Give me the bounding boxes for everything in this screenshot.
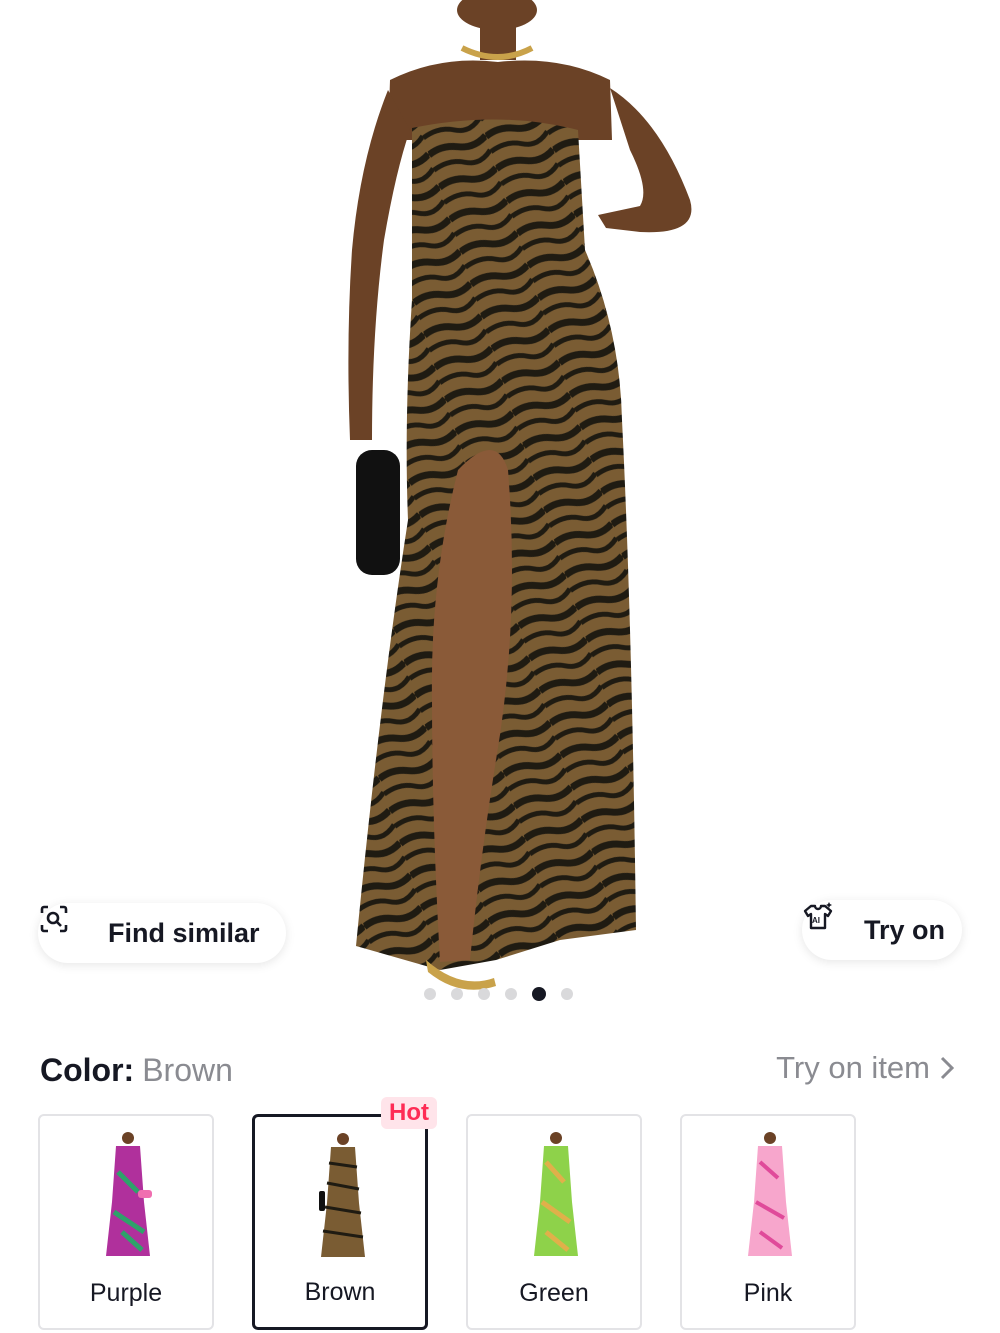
carousel-dot[interactable] (478, 988, 490, 1000)
swatch-pink[interactable]: Pink (680, 1114, 856, 1330)
try-on-item-link[interactable]: Try on item (776, 1050, 954, 1086)
carousel-dot[interactable] (424, 988, 436, 1000)
swatch-purple[interactable]: Purple (38, 1114, 214, 1330)
swatch-label: Purple (89, 1279, 163, 1307)
color-label-text: Color: (40, 1052, 135, 1088)
ai-shirt-icon: AI (803, 902, 854, 946)
carousel-dot[interactable] (505, 988, 517, 1000)
try-on-label: Try on (864, 914, 946, 945)
try-on-button[interactable]: AI Try on (802, 900, 962, 960)
dress-thumbnail (748, 1132, 792, 1256)
chevron-right-icon (940, 1056, 954, 1080)
swatch-brown[interactable]: Brown Hot (252, 1097, 437, 1330)
carousel-dot-active[interactable] (532, 987, 546, 1001)
image-search-icon (40, 905, 98, 949)
swatch-label: Brown (304, 1278, 376, 1306)
hot-badge: Hot (381, 1097, 437, 1129)
swatch-label: Green (519, 1279, 589, 1307)
dress-thumbnail (319, 1133, 365, 1257)
svg-text:AI: AI (812, 916, 820, 925)
carousel-dot[interactable] (451, 988, 463, 1000)
color-swatches: Purple Brown Hot Green Pink (38, 1097, 856, 1330)
product-image[interactable]: Find similar AI Try on (0, 0, 1000, 1015)
dress-thumbnail (106, 1132, 152, 1256)
find-similar-label: Find similar (108, 917, 260, 948)
swatch-green[interactable]: Green (466, 1114, 642, 1330)
selected-color: Brown (142, 1052, 233, 1088)
try-on-item-label: Try on item (776, 1050, 930, 1085)
carousel-dot[interactable] (561, 988, 573, 1000)
carousel-indicator (424, 987, 573, 1001)
color-header: Color: Brown Try on item (40, 1050, 960, 1094)
color-label: Color: Brown (40, 1052, 233, 1089)
swatch-label: Pink (743, 1279, 793, 1307)
find-similar-button[interactable]: Find similar (38, 903, 286, 963)
model-photo (348, 0, 692, 990)
dress-thumbnail (534, 1132, 578, 1256)
